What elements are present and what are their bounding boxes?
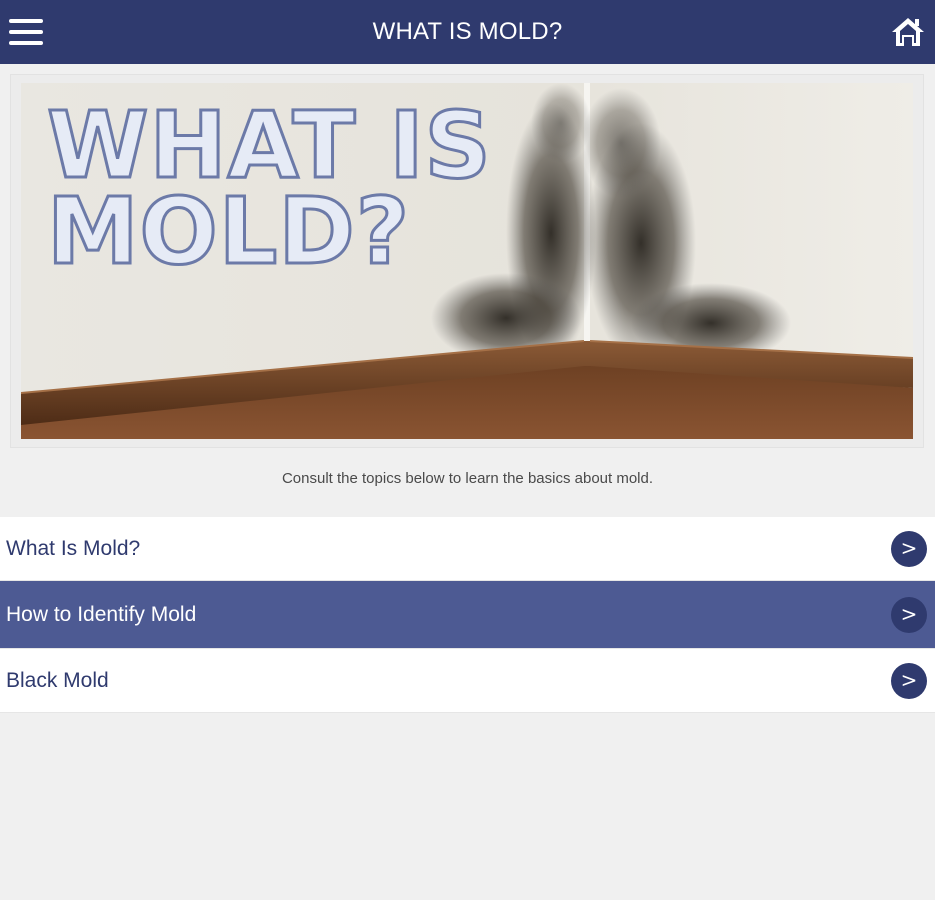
page-title: WHAT IS MOLD? xyxy=(372,18,563,45)
hero-overlay-line2: MOLD? xyxy=(46,178,411,285)
intro-text: Consult the topics below to learn the ba… xyxy=(281,470,654,487)
hero-overlay-line1: WHAT IS xyxy=(46,92,493,199)
chevron-right-icon[interactable]: > xyxy=(891,596,927,633)
home-icon[interactable] xyxy=(891,16,925,48)
topic-label: Black Mold xyxy=(6,668,109,692)
top-app-bar: WHAT IS MOLD? xyxy=(0,0,935,64)
chevron-right-icon[interactable]: > xyxy=(891,530,927,567)
app-screen: WHAT IS MOLD? WHAT IS MOLD? Consult the … xyxy=(0,0,935,900)
topic-item-what-is-mold[interactable]: What Is Mold? > xyxy=(0,517,935,581)
topic-list: What Is Mold? > How to Identify Mold > B… xyxy=(0,517,935,713)
hero-banner: WHAT IS MOLD? xyxy=(10,74,924,448)
topic-item-black-mold[interactable]: Black Mold > xyxy=(0,649,935,713)
hero-overlay-title: WHAT IS MOLD? xyxy=(46,92,493,285)
topic-item-how-to-identify-mold[interactable]: How to Identify Mold > xyxy=(0,581,935,649)
topic-label: What Is Mold? xyxy=(6,536,141,560)
chevron-right-icon[interactable]: > xyxy=(891,662,927,699)
hamburger-menu-icon[interactable] xyxy=(9,19,43,46)
topic-label: How to Identify Mold xyxy=(6,602,197,626)
